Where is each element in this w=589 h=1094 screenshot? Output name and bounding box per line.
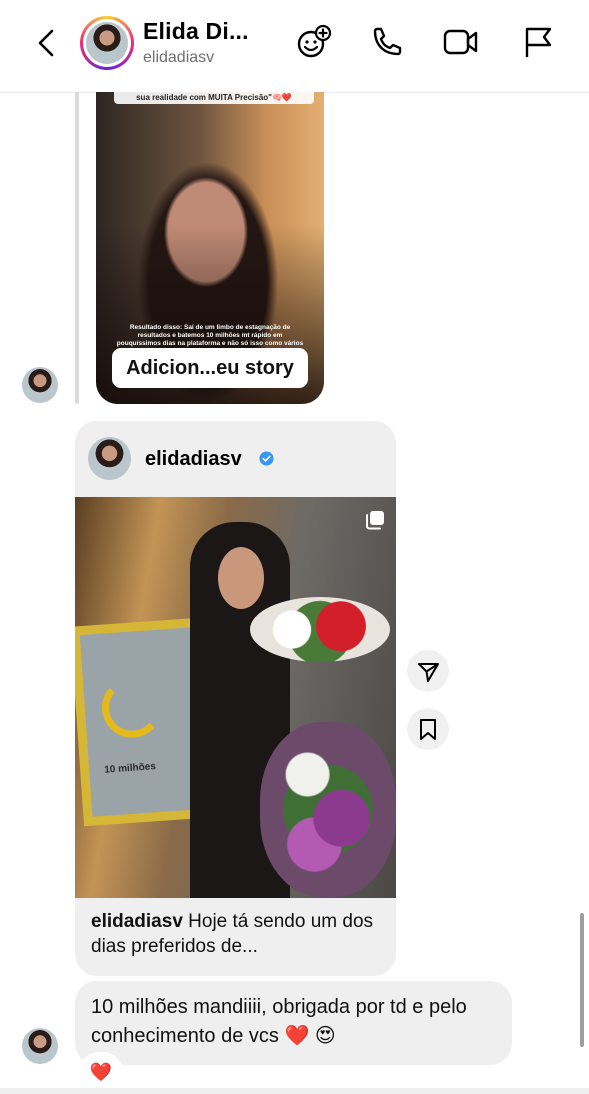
message-bubble[interactable]: 10 milhões mandiiii, obrigada por td e p… — [75, 981, 512, 1065]
post-image[interactable]: 10 milhões — [75, 497, 396, 898]
caption-username: elidadiasv — [91, 911, 183, 932]
share-button[interactable] — [407, 650, 449, 692]
rose-bouquet — [250, 597, 390, 662]
add-effect-icon[interactable] — [294, 22, 334, 62]
verified-badge-icon — [259, 451, 274, 466]
carousel-icon — [364, 509, 386, 531]
message-text: 10 milhões mandiiii, obrigada por td e p… — [91, 996, 467, 1047]
sender-avatar[interactable] — [22, 1028, 58, 1064]
flower-bouquet — [260, 722, 396, 897]
phone-icon[interactable] — [366, 22, 406, 62]
post-caption: elidadiasv Hoje tá sendo um dos dias pre… — [91, 909, 386, 959]
shared-post-card[interactable]: elidadiasv 10 milhões elidadiasv Hoje tá… — [75, 421, 396, 976]
contact-username[interactable]: elidadiasv — [143, 49, 214, 67]
reply-indicator-bar — [75, 92, 79, 404]
story-top-text: sua realidade com MUITA Precisão"🧠❤️ — [114, 92, 314, 104]
contact-name[interactable]: Elida Di... — [143, 18, 249, 45]
flag-icon[interactable] — [518, 22, 558, 62]
post-author-avatar[interactable] — [88, 437, 131, 480]
composer-edge — [0, 1088, 589, 1094]
chat-header: Elida Di... elidadiasv — [0, 0, 589, 93]
save-button[interactable] — [407, 708, 449, 750]
add-to-story-button[interactable]: Adicion...eu story — [112, 348, 308, 388]
story-preview[interactable]: sua realidade com MUITA Precisão"🧠❤️ Res… — [96, 92, 324, 404]
sender-avatar[interactable] — [22, 367, 58, 403]
video-icon[interactable] — [440, 22, 480, 62]
avatar-image — [86, 22, 128, 64]
scrollbar[interactable] — [580, 913, 584, 1047]
post-author-username[interactable]: elidadiasv — [145, 448, 242, 471]
heart-reaction[interactable]: ❤️ — [82, 1055, 120, 1089]
profile-avatar[interactable] — [80, 16, 134, 70]
back-icon[interactable] — [30, 26, 64, 60]
